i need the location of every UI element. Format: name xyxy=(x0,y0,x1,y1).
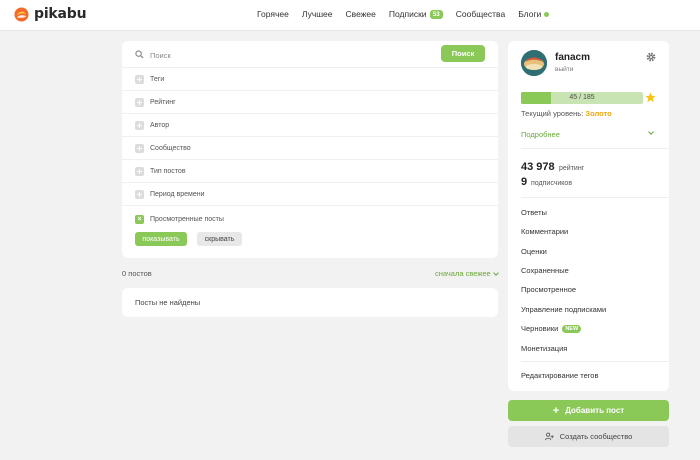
search-icon xyxy=(135,50,144,59)
nav-label: Свежее xyxy=(345,9,376,19)
filter-post-type[interactable]: Тип постов xyxy=(122,160,498,183)
subscribers-value[interactable]: 9 xyxy=(521,176,527,188)
filter-viewed-posts[interactable]: × Просмотренные посты xyxy=(122,208,498,231)
menu-label: Черновики xyxy=(521,324,559,333)
nav-subscriptions[interactable]: Подписки 53 xyxy=(389,9,443,19)
empty-results-text: Посты не найдены xyxy=(135,298,201,307)
menu-label: Оценки xyxy=(521,247,547,256)
new-badge: NEW xyxy=(562,324,582,333)
nav-best[interactable]: Лучшее xyxy=(302,9,333,19)
divider xyxy=(521,197,669,198)
menu-manage-subscriptions[interactable]: Управление подписками xyxy=(521,305,606,314)
plus-icon xyxy=(135,166,144,176)
add-post-label: Добавить пост xyxy=(565,406,625,415)
top-header: pikabu Горячее Лучшее Свежее Подписки 53 … xyxy=(0,0,700,31)
filter-label: Период времени xyxy=(150,190,205,198)
rating-value: 43 978 xyxy=(521,161,555,173)
sort-label: сначала свежее xyxy=(435,269,491,278)
nav-blogs[interactable]: Блоги xyxy=(518,9,550,19)
plus-icon xyxy=(135,120,144,130)
avatar[interactable] xyxy=(521,50,547,76)
close-icon[interactable]: × xyxy=(135,215,144,224)
empty-results-card: Посты не найдены xyxy=(122,288,498,317)
profile-card: fanacm выйти 45 / 185 Текущий уровень: З… xyxy=(508,41,669,391)
chevron-down-icon[interactable] xyxy=(648,129,654,135)
create-community-button[interactable]: Создать сообщество xyxy=(508,426,669,447)
filter-label: Сообщество xyxy=(150,144,191,152)
nav-label: Сообщества xyxy=(455,9,506,19)
add-post-button[interactable]: + Добавить пост xyxy=(508,400,669,421)
username[interactable]: fanacm xyxy=(555,52,590,63)
divider xyxy=(521,148,669,149)
menu-replies[interactable]: Ответы xyxy=(521,208,547,217)
plus-icon xyxy=(135,97,144,107)
search-row: Поиск xyxy=(122,41,498,68)
filter-label: Теги xyxy=(150,75,165,83)
pikabu-logo-icon xyxy=(14,6,29,22)
menu-label: Ответы xyxy=(521,208,547,217)
rating-label: рейтинг xyxy=(559,165,585,172)
hide-viewed-button[interactable]: скрывать xyxy=(197,232,242,246)
nav-label: Лучшее xyxy=(301,9,333,19)
level-label: Текущий уровень: xyxy=(521,109,584,118)
search-button[interactable]: Поиск xyxy=(441,45,485,62)
menu-label: Редактирование тегов xyxy=(521,371,599,380)
filter-community[interactable]: Сообщество xyxy=(122,137,498,160)
progress-text: 45 / 185 xyxy=(569,94,595,101)
search-input[interactable] xyxy=(150,48,440,62)
menu-label: Комментарии xyxy=(521,227,569,236)
menu-drafts[interactable]: Черновики NEW xyxy=(521,324,582,333)
filter-author[interactable]: Автор xyxy=(122,114,498,137)
filter-label: Рейтинг xyxy=(150,98,176,106)
nav-hot[interactable]: Горячее xyxy=(257,9,289,19)
menu-monetization[interactable]: Монетизация xyxy=(521,344,567,353)
nav-label: Подписки xyxy=(388,9,427,19)
blogs-status-dot xyxy=(544,11,550,17)
post-count: 0 постов xyxy=(122,269,152,278)
logo-text: pikabu xyxy=(34,6,87,22)
menu-label: Управление подписками xyxy=(521,305,607,314)
chevron-down-icon xyxy=(492,269,499,276)
nav-label: Блоги xyxy=(518,9,542,19)
filter-label: Тип постов xyxy=(150,167,186,175)
filter-label: Просмотренные посты xyxy=(150,216,224,223)
plus-icon: + xyxy=(552,404,560,417)
menu-viewed[interactable]: Просмотренное xyxy=(521,285,576,294)
create-community-label: Создать сообщество xyxy=(559,432,633,441)
divider xyxy=(521,361,669,362)
more-details-link[interactable]: Подробнее xyxy=(521,130,560,139)
subscribers-label[interactable]: подписчиков xyxy=(531,180,572,187)
nav-communities[interactable]: Сообщества xyxy=(456,9,505,19)
avatar-image xyxy=(521,50,547,76)
menu-label: Монетизация xyxy=(521,344,568,353)
menu-edit-tags[interactable]: Редактирование тегов xyxy=(521,371,598,380)
current-level: Текущий уровень: Золото xyxy=(521,109,612,118)
level-value: Золото xyxy=(585,109,612,118)
star-icon xyxy=(645,92,656,103)
plus-icon xyxy=(135,189,144,199)
menu-label: Сохраненные xyxy=(521,266,569,275)
filter-tags[interactable]: Теги xyxy=(122,68,498,91)
logo[interactable]: pikabu xyxy=(14,6,87,22)
menu-comments[interactable]: Комментарии xyxy=(521,227,568,236)
filter-rating[interactable]: Рейтинг xyxy=(122,91,498,114)
sort-dropdown[interactable]: сначала свежее xyxy=(435,269,499,278)
menu-ratings[interactable]: Оценки xyxy=(521,247,547,256)
plus-icon xyxy=(135,74,144,84)
nav-fresh[interactable]: Свежее xyxy=(346,9,376,19)
level-progress-bar: 45 / 185 xyxy=(521,92,643,104)
menu-label: Просмотренное xyxy=(521,285,577,294)
menu-saved[interactable]: Сохраненные xyxy=(521,266,569,275)
nav-label: Горячее xyxy=(257,9,289,19)
filter-time-period[interactable]: Период времени xyxy=(122,183,498,206)
subscriptions-count-badge: 53 xyxy=(429,9,443,19)
gear-icon[interactable] xyxy=(646,52,656,62)
logout-link[interactable]: выйти xyxy=(555,66,573,73)
search-filters-panel: Поиск Теги Рейтинг Автор Сообщество Тип … xyxy=(122,41,498,258)
people-icon xyxy=(544,432,554,441)
show-viewed-button[interactable]: показывать xyxy=(135,232,187,246)
plus-icon xyxy=(135,143,144,153)
main-nav: Горячее Лучшее Свежее Подписки 53 Сообщес… xyxy=(257,9,562,19)
filter-label: Автор xyxy=(150,121,170,129)
